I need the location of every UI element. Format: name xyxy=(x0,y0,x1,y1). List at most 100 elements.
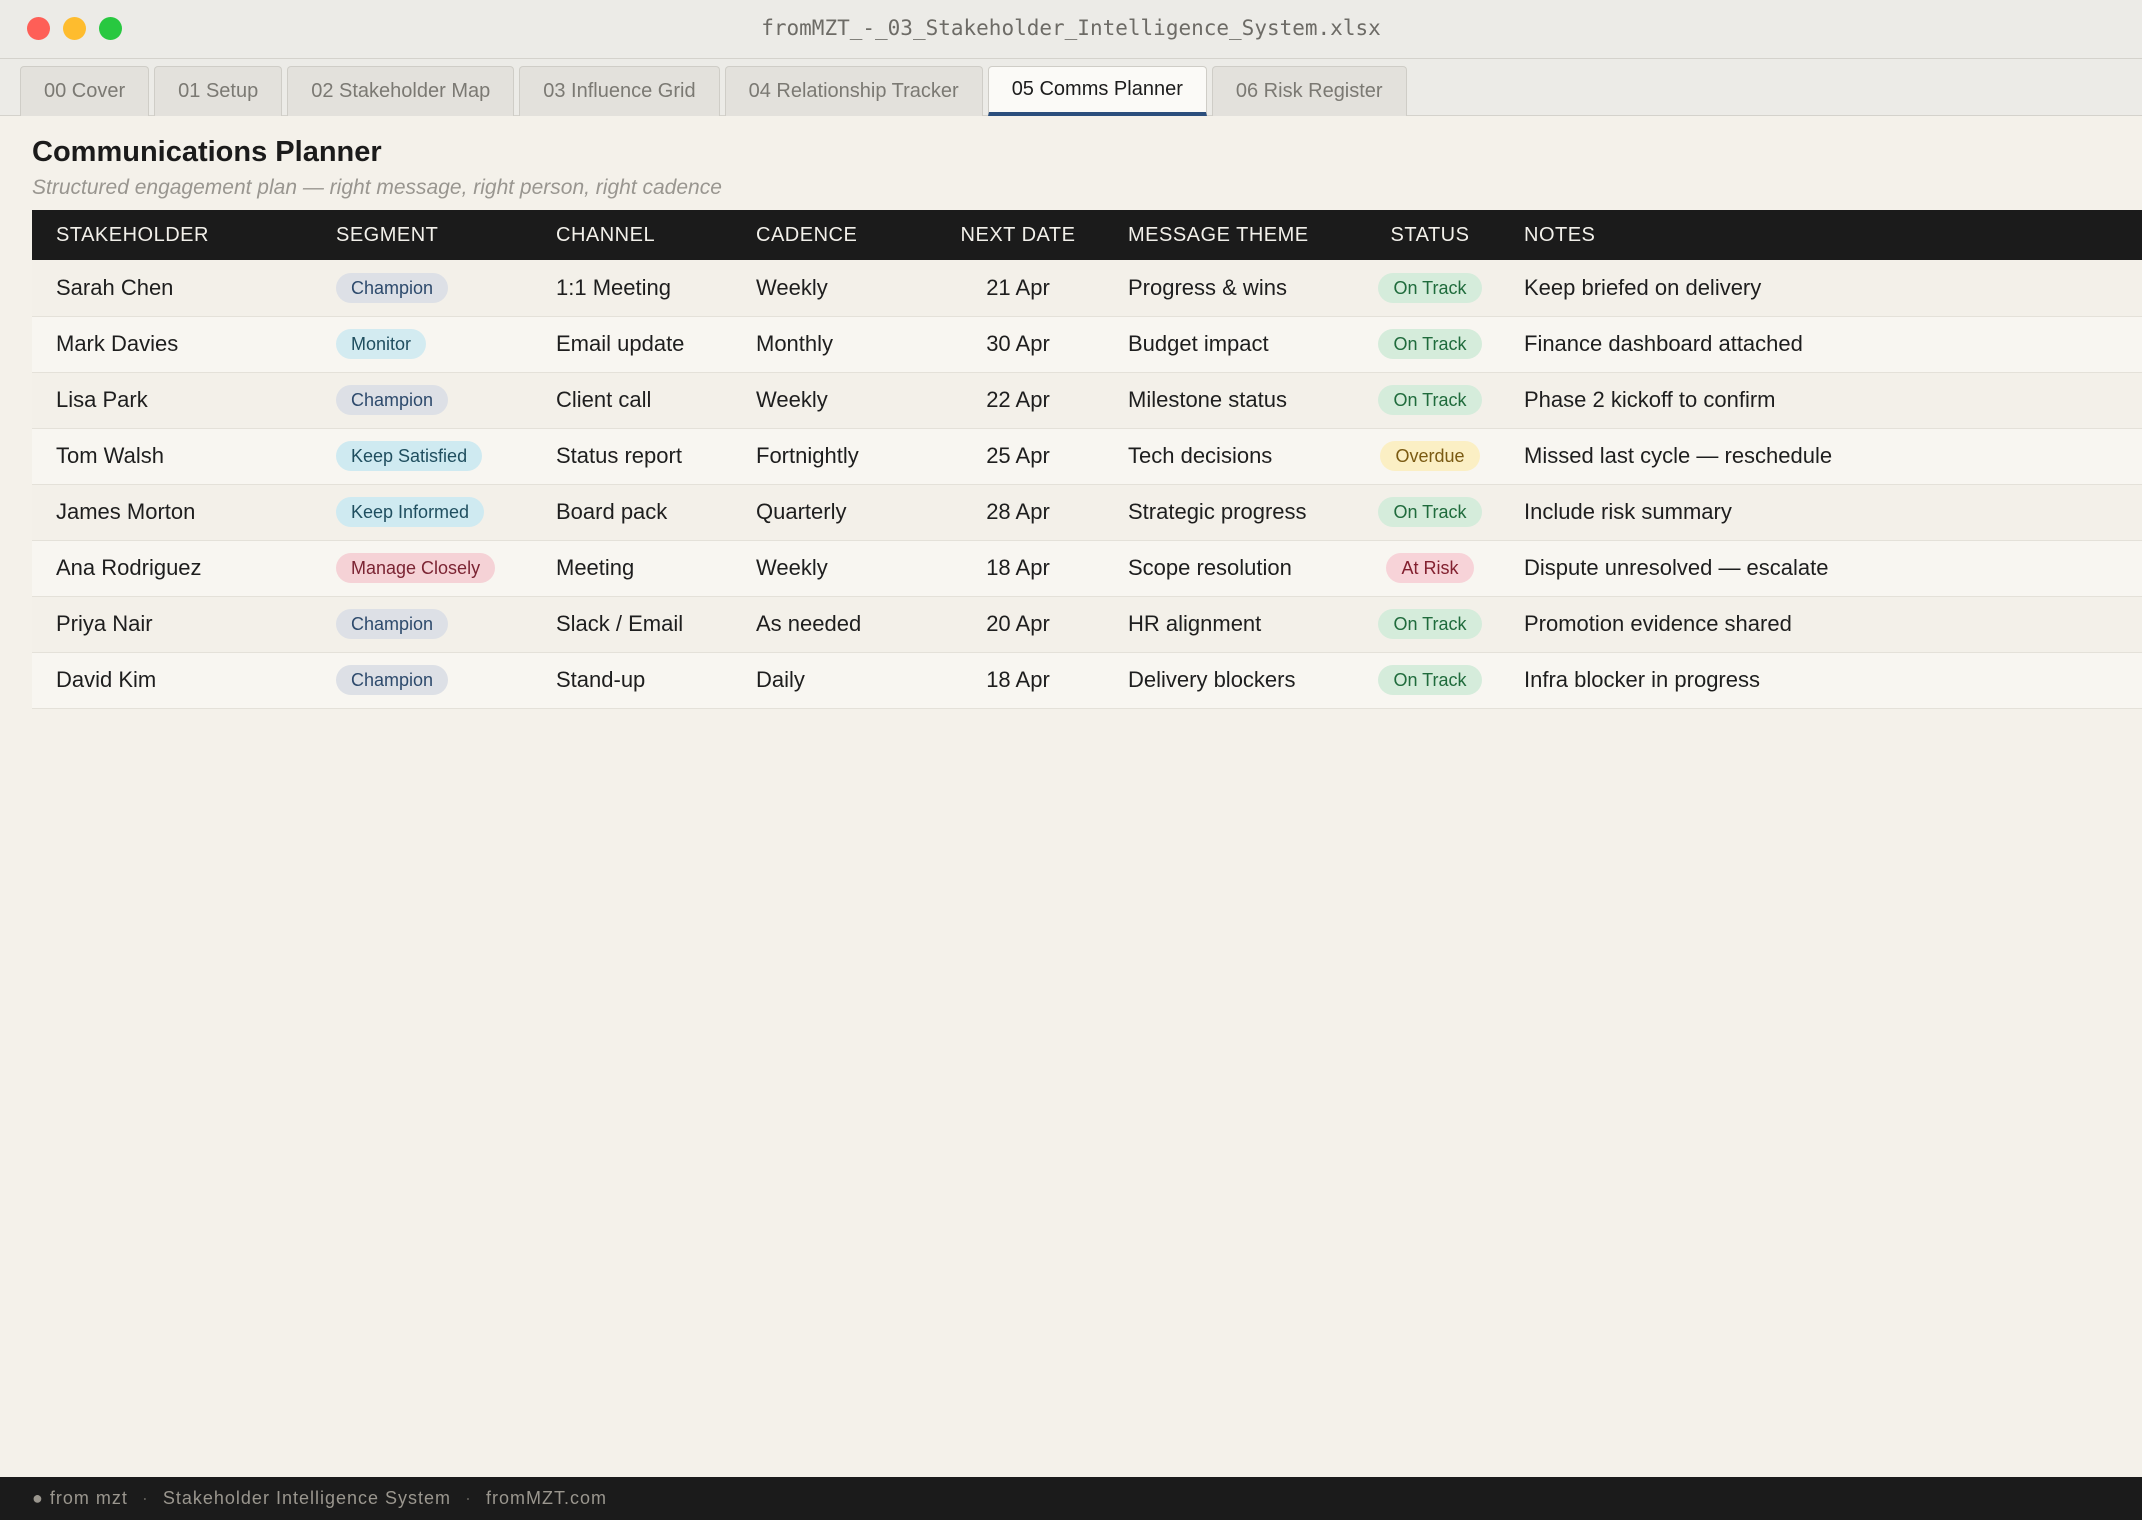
status-cell[interactable]: On Track xyxy=(1360,316,1500,372)
next-date-cell[interactable]: 18 Apr xyxy=(932,540,1104,596)
segment-badge: Champion xyxy=(336,385,449,415)
column-header-notes[interactable]: NOTES xyxy=(1500,210,2142,260)
stakeholder-cell[interactable]: Ana Rodriguez xyxy=(32,540,312,596)
notes-cell[interactable]: Dispute unresolved — escalate xyxy=(1500,540,2142,596)
segment-cell[interactable]: Champion xyxy=(312,596,532,652)
tab-05-comms-planner[interactable]: 05 Comms Planner xyxy=(987,66,1207,116)
column-header-message-theme[interactable]: MESSAGE THEME xyxy=(1104,210,1360,260)
stakeholder-cell[interactable]: Priya Nair xyxy=(32,596,312,652)
column-header-status[interactable]: STATUS xyxy=(1360,210,1500,260)
segment-cell[interactable]: Champion xyxy=(312,372,532,428)
tab-01-setup[interactable]: 01 Setup xyxy=(154,66,283,116)
channel-cell[interactable]: Board pack xyxy=(532,484,732,540)
next-date-cell[interactable]: 22 Apr xyxy=(932,372,1104,428)
column-header-next-date[interactable]: NEXT DATE xyxy=(932,210,1104,260)
notes-cell[interactable]: Infra blocker in progress xyxy=(1500,652,2142,708)
column-header-stakeholder[interactable]: STAKEHOLDER xyxy=(32,210,312,260)
next-date-cell[interactable]: 18 Apr xyxy=(932,652,1104,708)
tab-04-relationship-tracker[interactable]: 04 Relationship Tracker xyxy=(724,66,983,116)
status-badge: On Track xyxy=(1378,665,1482,695)
stakeholder-cell[interactable]: Sarah Chen xyxy=(32,260,312,316)
cadence-cell[interactable]: Daily xyxy=(732,652,932,708)
channel-cell[interactable]: Slack / Email xyxy=(532,596,732,652)
next-date-cell[interactable]: 20 Apr xyxy=(932,596,1104,652)
message-theme-cell[interactable]: Tech decisions xyxy=(1104,428,1360,484)
status-cell[interactable]: On Track xyxy=(1360,652,1500,708)
table-row[interactable]: Sarah Chen Champion 1:1 Meeting Weekly 21 Ap… xyxy=(32,260,2142,316)
footer-separator: · xyxy=(141,1488,149,1508)
cadence-cell[interactable]: Weekly xyxy=(732,540,932,596)
segment-cell[interactable]: Monitor xyxy=(312,316,532,372)
notes-cell[interactable]: Phase 2 kickoff to confirm xyxy=(1500,372,2142,428)
message-theme-cell[interactable]: Delivery blockers xyxy=(1104,652,1360,708)
next-date-cell[interactable]: 21 Apr xyxy=(932,260,1104,316)
page-title: Communications Planner xyxy=(32,136,382,168)
notes-cell[interactable]: Keep briefed on delivery xyxy=(1500,260,2142,316)
message-theme-cell[interactable]: Progress & wins xyxy=(1104,260,1360,316)
footer-site-link[interactable]: fromMZT.com xyxy=(486,1488,607,1509)
tab-03-influence-grid[interactable]: 03 Influence Grid xyxy=(519,66,720,116)
table-row[interactable]: Lisa Park Champion Client call Weekly 22 Apr… xyxy=(32,372,2142,428)
channel-cell[interactable]: Stand-up xyxy=(532,652,732,708)
cadence-cell[interactable]: Quarterly xyxy=(732,484,932,540)
stakeholder-cell[interactable]: Lisa Park xyxy=(32,372,312,428)
column-header-segment[interactable]: SEGMENT xyxy=(312,210,532,260)
table-row[interactable]: Tom Walsh Keep Satisfied Status report Fort… xyxy=(32,428,2142,484)
column-header-cadence[interactable]: CADENCE xyxy=(732,210,932,260)
status-cell[interactable]: On Track xyxy=(1360,484,1500,540)
status-badge: On Track xyxy=(1378,497,1482,527)
comms-planner-table: STAKEHOLDER SEGMENT CHANNEL CADENCE NEXT… xyxy=(32,210,2142,709)
stakeholder-cell[interactable]: James Morton xyxy=(32,484,312,540)
notes-cell[interactable]: Finance dashboard attached xyxy=(1500,316,2142,372)
window-titlebar: fromMZT_-_03_Stakeholder_Intelligence_Sy… xyxy=(0,0,2142,59)
message-theme-cell[interactable]: Milestone status xyxy=(1104,372,1360,428)
notes-cell[interactable]: Missed last cycle — reschedule xyxy=(1500,428,2142,484)
table-row[interactable]: Mark Davies Monitor Email update Monthly 30 … xyxy=(32,316,2142,372)
cadence-cell[interactable]: Weekly xyxy=(732,372,932,428)
message-theme-cell[interactable]: Budget impact xyxy=(1104,316,1360,372)
status-cell[interactable]: On Track xyxy=(1360,596,1500,652)
segment-cell[interactable]: Keep Informed xyxy=(312,484,532,540)
tab-00-cover[interactable]: 00 Cover xyxy=(20,66,150,116)
stakeholder-cell[interactable]: Tom Walsh xyxy=(32,428,312,484)
next-date-cell[interactable]: 25 Apr xyxy=(932,428,1104,484)
status-cell[interactable]: On Track xyxy=(1360,372,1500,428)
notes-cell[interactable]: Promotion evidence shared xyxy=(1500,596,2142,652)
tab-06-risk-register[interactable]: 06 Risk Register xyxy=(1211,66,1407,116)
segment-cell[interactable]: Champion xyxy=(312,652,532,708)
status-cell[interactable]: At Risk xyxy=(1360,540,1500,596)
next-date-cell[interactable]: 30 Apr xyxy=(932,316,1104,372)
table-row[interactable]: James Morton Keep Informed Board pack Quart… xyxy=(32,484,2142,540)
status-badge: On Track xyxy=(1378,609,1482,639)
cadence-cell[interactable]: Monthly xyxy=(732,316,932,372)
cadence-cell[interactable]: Weekly xyxy=(732,260,932,316)
channel-cell[interactable]: Meeting xyxy=(532,540,732,596)
column-header-channel[interactable]: CHANNEL xyxy=(532,210,732,260)
footer-separator: · xyxy=(465,1488,473,1508)
message-theme-cell[interactable]: HR alignment xyxy=(1104,596,1360,652)
table-row[interactable]: David Kim Champion Stand-up Daily 18 Apr Deli… xyxy=(32,652,2142,708)
stakeholder-cell[interactable]: Mark Davies xyxy=(32,316,312,372)
message-theme-cell[interactable]: Scope resolution xyxy=(1104,540,1360,596)
table-row[interactable]: Ana Rodriguez Manage Closely Meeting Weekly… xyxy=(32,540,2142,596)
segment-badge: Manage Closely xyxy=(336,553,496,583)
stakeholder-cell[interactable]: David Kim xyxy=(32,652,312,708)
segment-cell[interactable]: Champion xyxy=(312,260,532,316)
tab-02-stakeholder-map[interactable]: 02 Stakeholder Map xyxy=(287,66,515,116)
channel-cell[interactable]: Status report xyxy=(532,428,732,484)
channel-cell[interactable]: Client call xyxy=(532,372,732,428)
notes-cell[interactable]: Include risk summary xyxy=(1500,484,2142,540)
cadence-cell[interactable]: As needed xyxy=(732,596,932,652)
status-cell[interactable]: Overdue xyxy=(1360,428,1500,484)
channel-cell[interactable]: 1:1 Meeting xyxy=(532,260,732,316)
next-date-cell[interactable]: 28 Apr xyxy=(932,484,1104,540)
segment-cell[interactable]: Manage Closely xyxy=(312,540,532,596)
segment-badge: Champion xyxy=(336,272,449,303)
page-heading: Communications Planner Structured engage… xyxy=(32,136,722,200)
table-row[interactable]: Priya Nair Champion Slack / Email As needed… xyxy=(32,596,2142,652)
status-cell[interactable]: On Track xyxy=(1360,260,1500,316)
message-theme-cell[interactable]: Strategic progress xyxy=(1104,484,1360,540)
channel-cell[interactable]: Email update xyxy=(532,316,732,372)
cadence-cell[interactable]: Fortnightly xyxy=(732,428,932,484)
segment-cell[interactable]: Keep Satisfied xyxy=(312,428,532,484)
